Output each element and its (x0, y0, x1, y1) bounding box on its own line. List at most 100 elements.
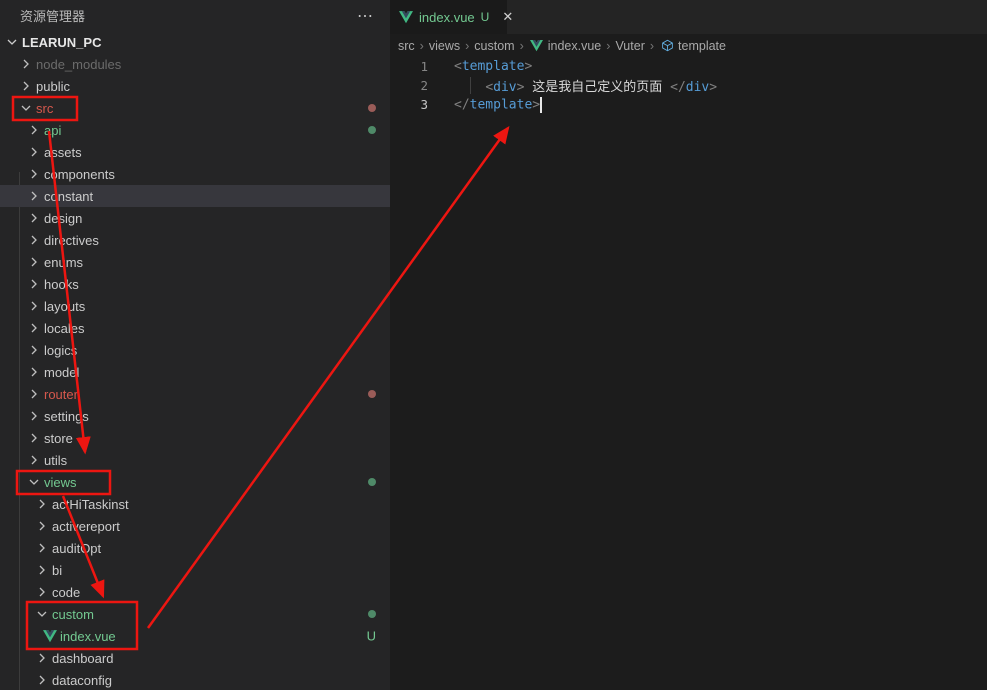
breadcrumb-item-index.vue[interactable]: index.vue (529, 38, 602, 54)
tree-item-custom[interactable]: custom (0, 603, 390, 625)
breadcrumb-separator: › (420, 39, 424, 53)
tree-item-dashboard[interactable]: dashboard (0, 647, 390, 669)
editor-area: index.vue U ✕ src › views › custom › index.vue… (390, 0, 987, 690)
tree-item-label: model (44, 365, 79, 380)
tree-item-views[interactable]: views (0, 471, 390, 493)
chevron-right-icon (26, 210, 42, 226)
tree-item-constant[interactable]: constant (0, 185, 390, 207)
tree-item-components[interactable]: components (0, 163, 390, 185)
breadcrumb-item-src[interactable]: src (398, 39, 415, 53)
chevron-right-icon (26, 408, 42, 424)
chevron-right-icon (26, 452, 42, 468)
breadcrumb-label: src (398, 39, 415, 53)
more-actions-icon[interactable]: ⋯ (357, 6, 374, 26)
chevron-right-icon (34, 672, 50, 688)
chevron-right-icon (26, 364, 42, 380)
chevron-right-icon (26, 386, 42, 402)
git-status-untracked-badge: U (367, 629, 376, 644)
breadcrumb-item-views[interactable]: views (429, 39, 460, 53)
chevron-right-icon (26, 232, 42, 248)
tree-item-store[interactable]: store (0, 427, 390, 449)
breadcrumb-item-Vuter[interactable]: Vuter (615, 39, 644, 53)
text-cursor (540, 97, 542, 113)
tree-item-router[interactable]: router (0, 383, 390, 405)
tree-item-label: api (44, 123, 61, 138)
tree-item-node_modules[interactable]: node_modules (0, 53, 390, 75)
tree-item-logics[interactable]: logics (0, 339, 390, 361)
breadcrumb-label: custom (474, 39, 514, 53)
tree-item-index.vue[interactable]: index.vue U (0, 625, 390, 647)
vue-file-icon (42, 628, 58, 644)
chevron-down-icon (18, 100, 34, 116)
tree-item-dataconfig[interactable]: dataconfig (0, 669, 390, 690)
breadcrumb-item-template[interactable]: template (659, 38, 726, 54)
chevron-down-icon (26, 474, 42, 490)
tab-bar: index.vue U ✕ (390, 0, 987, 34)
tree-item-label: dashboard (52, 651, 113, 666)
git-modified-dot (368, 390, 376, 398)
breadcrumb-item-custom[interactable]: custom (474, 39, 514, 53)
tree-item-hooks[interactable]: hooks (0, 273, 390, 295)
vue-file-icon (529, 38, 545, 54)
explorer-header: 资源管理器 ⋯ (0, 0, 390, 31)
tree-item-label: design (44, 211, 82, 226)
tree-item-label: views (44, 475, 77, 490)
chevron-down-icon (4, 34, 20, 50)
line-number: 2 (390, 78, 428, 93)
breadcrumb-separator: › (650, 39, 654, 53)
explorer-sidebar: 资源管理器 ⋯ LEARUN_PC node_modulespublic src a… (0, 0, 390, 690)
tree-item-public[interactable]: public (0, 75, 390, 97)
chevron-down-icon (34, 606, 50, 622)
tree-item-label: store (44, 431, 73, 446)
code-line-3[interactable]: 3</template> (390, 95, 987, 114)
project-name: LEARUN_PC (22, 35, 101, 50)
tree-item-label: actHiTaskinst (52, 497, 129, 512)
tree-item-utils[interactable]: utils (0, 449, 390, 471)
chevron-right-icon (34, 562, 50, 578)
chevron-right-icon (26, 430, 42, 446)
tree-item-auditOpt[interactable]: auditOpt (0, 537, 390, 559)
tree-item-label: constant (44, 189, 93, 204)
tree-item-label: index.vue (60, 629, 116, 644)
tree-item-label: directives (44, 233, 99, 248)
tree-item-bi[interactable]: bi (0, 559, 390, 581)
chevron-right-icon (34, 650, 50, 666)
code-line-text: <div> 这是我自己定义的页面 </div> (428, 76, 717, 95)
breadcrumb-separator: › (606, 39, 610, 53)
line-number: 3 (390, 97, 428, 112)
chevron-right-icon (26, 254, 42, 270)
tree-item-design[interactable]: design (0, 207, 390, 229)
tree-item-src[interactable]: src (0, 97, 390, 119)
close-icon[interactable]: ✕ (502, 9, 513, 25)
project-section-header[interactable]: LEARUN_PC (0, 31, 390, 53)
tree-item-label: components (44, 167, 115, 182)
tree-item-label: activereport (52, 519, 120, 534)
chevron-right-icon (34, 540, 50, 556)
tree-item-label: code (52, 585, 80, 600)
code-line-2[interactable]: 2 <div> 这是我自己定义的页面 </div> (390, 76, 987, 95)
tree-item-label: public (36, 79, 70, 94)
code-line-1[interactable]: 1<template> (390, 57, 987, 76)
tree-item-code[interactable]: code (0, 581, 390, 603)
vue-file-icon (398, 9, 414, 25)
tree-item-enums[interactable]: enums (0, 251, 390, 273)
tab-index-vue[interactable]: index.vue U ✕ (390, 0, 507, 34)
git-untracked-dot (368, 478, 376, 486)
tree-item-layouts[interactable]: layouts (0, 295, 390, 317)
tree-item-assets[interactable]: assets (0, 141, 390, 163)
code-editor[interactable]: 1<template>2 <div> 这是我自己定义的页面 </div>3</t… (390, 57, 987, 114)
tree-item-label: assets (44, 145, 82, 160)
tree-item-directives[interactable]: directives (0, 229, 390, 251)
chevron-right-icon (26, 276, 42, 292)
chevron-right-icon (34, 584, 50, 600)
chevron-right-icon (26, 298, 42, 314)
tree-item-locales[interactable]: locales (0, 317, 390, 339)
file-tree: node_modulespublic src api assets components… (0, 53, 390, 690)
git-untracked-dot (368, 126, 376, 134)
tree-item-activereport[interactable]: activereport (0, 515, 390, 537)
tree-item-settings[interactable]: settings (0, 405, 390, 427)
tree-item-model[interactable]: model (0, 361, 390, 383)
breadcrumb-label: template (678, 39, 726, 53)
tree-item-actHiTaskinst[interactable]: actHiTaskinst (0, 493, 390, 515)
tree-item-api[interactable]: api (0, 119, 390, 141)
